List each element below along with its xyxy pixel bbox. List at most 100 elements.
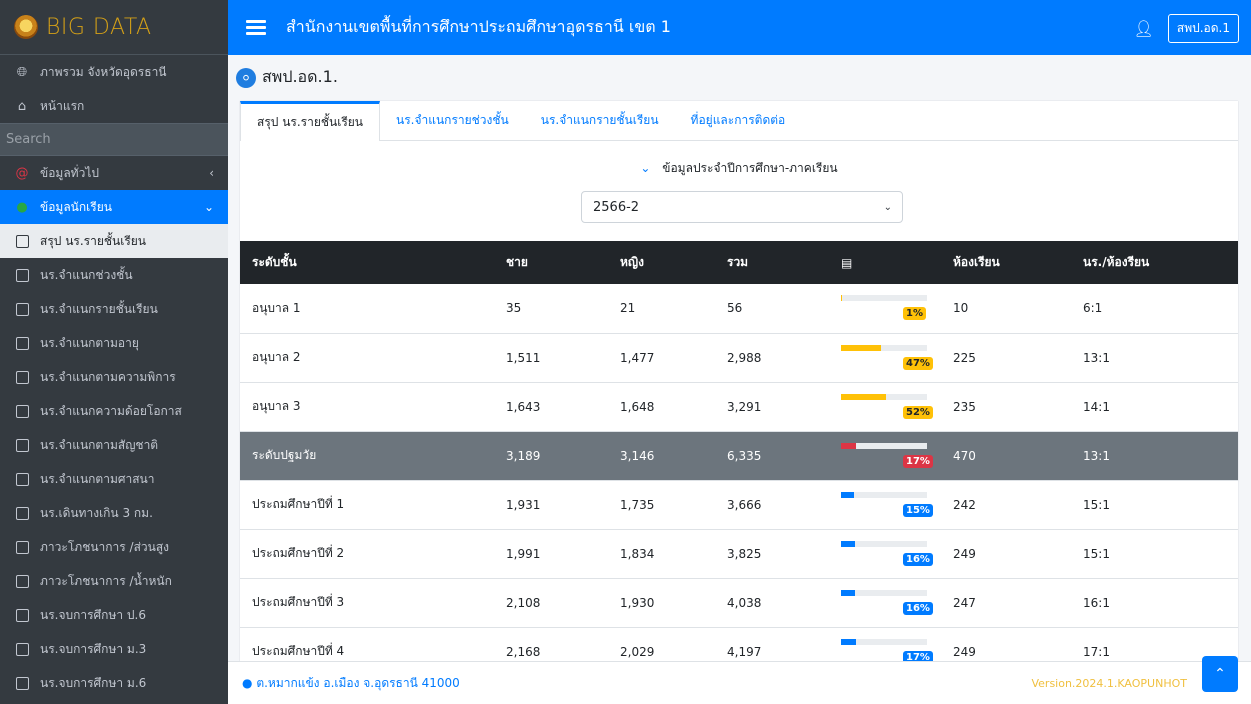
filter-label-text: ข้อมูลประจำปีการศึกษา-ภาคเรียน (662, 161, 838, 175)
footer-address[interactable]: ● ต.หมากแข้ง อ.เมือง จ.อุดรธานี 41000 (242, 674, 460, 693)
cell-progress: 1% (829, 284, 941, 333)
tab-bar: สรุป นร.รายชั้นเรียน นร.จำแนกรายช่วงชั้น… (240, 101, 1238, 141)
checkbox-icon (16, 404, 29, 418)
progress-fill (841, 491, 854, 498)
cell-rooms: 225 (953, 350, 976, 365)
cell-male: 1,991 (506, 546, 541, 561)
table-row: อนุบาล 3 1,643 1,648 3,291 52% 235 14:1 (240, 382, 1238, 431)
tab-contact[interactable]: ที่อยู่และการติดต่อ (675, 101, 802, 140)
back-to-top-button[interactable]: ⌃ (1202, 656, 1238, 692)
cell-rooms: 470 (953, 448, 976, 463)
percent-badge: 16% (903, 552, 933, 566)
sidebar-subitem[interactable]: นร.จำแนกรายชั้นเรียน (0, 292, 228, 326)
term-select[interactable]: 2566-2 ⌄ (581, 191, 903, 223)
sidebar-group-students[interactable]: ● ข้อมูลนักเรียน ⌄ (0, 190, 228, 224)
menu-icon[interactable] (246, 17, 266, 38)
percent-badge: 15% (903, 503, 933, 517)
sidebar-subitem-label: นร.จำแนกรายชั้นเรียน (40, 301, 158, 316)
col-female[interactable]: หญิง (608, 241, 715, 284)
user-lock-icon[interactable]: 👤︎ (1134, 19, 1154, 38)
sidebar-subitem-label: นร.จำแนกตามความพิการ (40, 369, 176, 384)
progress-bar (841, 442, 927, 449)
cell-total: 3,666 (727, 497, 762, 512)
table-header-row: ระดับชั้น ชาย หญิง รวม ▤ ห้องเรียน นร./ห… (240, 241, 1238, 284)
table-row: ประถมศึกษาปีที่ 3 2,108 1,930 4,038 16% 247 16… (240, 578, 1238, 627)
sidebar-subitem[interactable]: ภาวะโภชนาการ /ส่วนสูง (0, 530, 228, 564)
col-ratio[interactable]: นร./ห้องรียน (1071, 241, 1238, 284)
sidebar-subitem[interactable]: นร.จำแนกความด้อยโอกาส (0, 394, 228, 428)
summary-card: สรุป นร.รายชั้นเรียน นร.จำแนกรายช่วงชั้น… (240, 101, 1238, 661)
cell-total: 2,988 (727, 350, 762, 365)
sidebar-subitem[interactable]: นร.จำแนกช่วงชั้น (0, 258, 228, 292)
sidebar-subitem[interactable]: ภาวะโภชนาการ /น้ำหนัก (0, 564, 228, 598)
sidebar-subitem[interactable]: นร.จบการศึกษา ป.6 (0, 598, 228, 632)
chevron-up-icon: ⌃ (1214, 666, 1226, 682)
cell-progress: 16% (829, 529, 941, 578)
agency-title: สำนักงานเขตพื้นที่การศึกษาประถมศึกษาอุดร… (286, 17, 671, 36)
col-total[interactable]: รวม (715, 241, 829, 284)
checkbox-icon (16, 234, 29, 248)
at-icon: @ (15, 165, 29, 181)
sidebar-subitem[interactable]: นร.จบการศึกษา ม.6 (0, 666, 228, 700)
sidebar-subitem-label: นร.จบการศึกษา ป.6 (40, 607, 146, 622)
version-text: Version.2024.1.KAOPUNHOT (1031, 676, 1187, 690)
progress-fill (841, 638, 856, 645)
sidebar-subitem[interactable]: นร.จบการศึกษา ม.3 (0, 632, 228, 666)
col-chart[interactable]: ▤ (829, 241, 941, 284)
table-row: ประถมศึกษาปีที่ 4 2,168 2,029 4,197 17% 249 17… (240, 627, 1238, 661)
cell-level: อนุบาล 1 (252, 300, 301, 315)
cell-total: 56 (727, 301, 743, 316)
percent-badge: 17% (903, 454, 933, 468)
cell-rooms: 235 (953, 399, 976, 414)
checkbox-icon (16, 438, 29, 452)
tab-summary[interactable]: สรุป นร.รายชั้นเรียน (240, 101, 381, 141)
cell-progress: 16% (829, 578, 941, 627)
sidebar-group-general[interactable]: @ ข้อมูลทั่วไป ‹ (0, 156, 228, 190)
sidebar-subitem[interactable]: นร.จำแนกตามสัญชาติ (0, 428, 228, 462)
page-title: สพป.อด.1. (262, 67, 338, 86)
sidebar-subitem[interactable]: นร.จำแนกตามความพิการ (0, 360, 228, 394)
tab-by-class[interactable]: นร.จำแนกรายชั้นเรียน (525, 101, 675, 140)
percent-badge: 52% (903, 405, 933, 419)
chevron-down-icon: ⌄ (883, 201, 892, 213)
cell-rooms: 242 (953, 497, 976, 512)
percent-badge: 1% (903, 307, 926, 320)
sidebar-subitem[interactable]: นร.จำแนกตามอายุ (0, 326, 228, 360)
col-rooms[interactable]: ห้องเรียน (941, 241, 1071, 284)
cell-ratio: 14:1 (1083, 399, 1110, 414)
col-level[interactable]: ระดับชั้น (240, 241, 494, 284)
office-button[interactable]: สพป.อด.1 (1167, 14, 1239, 43)
cell-rooms: 249 (953, 546, 976, 561)
sidebar-subitem[interactable]: นร.จำแนกตามศาสนา (0, 462, 228, 496)
cell-rooms: 10 (953, 301, 969, 316)
sidebar-subitem[interactable]: สรุป นร.รายชั้นเรียน (0, 224, 228, 258)
sidebar-subitem-label: นร.จำแนกตามศาสนา (40, 471, 155, 486)
student-summary-table: ระดับชั้น ชาย หญิง รวม ▤ ห้องเรียน นร./ห… (240, 241, 1238, 661)
brand[interactable]: BIG DATA (0, 0, 228, 55)
checkbox-icon (16, 506, 29, 520)
col-male[interactable]: ชาย (494, 241, 608, 284)
progress-bar (841, 344, 927, 351)
sidebar-subitem-label: นร.จบการศึกษา ม.6 (40, 675, 147, 690)
progress-fill (841, 540, 855, 547)
sidebar-item-label: หน้าแรก (40, 98, 85, 113)
cell-female: 21 (620, 301, 636, 316)
cell-progress: 17% (829, 431, 941, 480)
checkbox-icon (16, 302, 29, 316)
cell-female: 2,029 (620, 644, 655, 659)
table-row: อนุบาล 2 1,511 1,477 2,988 47% 225 13:1 (240, 333, 1238, 382)
cell-progress: 47% (829, 333, 941, 382)
sidebar-search[interactable]: Search (0, 123, 228, 156)
sidebar-item-overview[interactable]: 🌐︎ ภาพรวม จังหวัดอุดรธานี (0, 55, 228, 89)
progress-fill (841, 589, 855, 596)
top-navbar: สำนักงานเขตพื้นที่การศึกษาประถมศึกษาอุดร… (228, 0, 1251, 55)
sidebar-item-home[interactable]: ⌂ หน้าแรก (0, 89, 228, 123)
sidebar-item-label: ข้อมูลนักเรียน (40, 199, 112, 214)
cell-total: 3,291 (727, 399, 762, 414)
sidebar-item-label: ข้อมูลทั่วไป (40, 165, 99, 180)
progress-fill (841, 344, 882, 351)
main-content: ⚪ สพป.อด.1. สรุป นร.รายชั้นเรียน นร.จำแน… (228, 55, 1251, 661)
tab-by-stage[interactable]: นร.จำแนกรายช่วงชั้น (380, 101, 525, 140)
sidebar-subitem-label: นร.จำแนกตามอายุ (40, 335, 139, 350)
sidebar-subitem[interactable]: นร.เดินทางเกิน 3 กม. (0, 496, 228, 530)
